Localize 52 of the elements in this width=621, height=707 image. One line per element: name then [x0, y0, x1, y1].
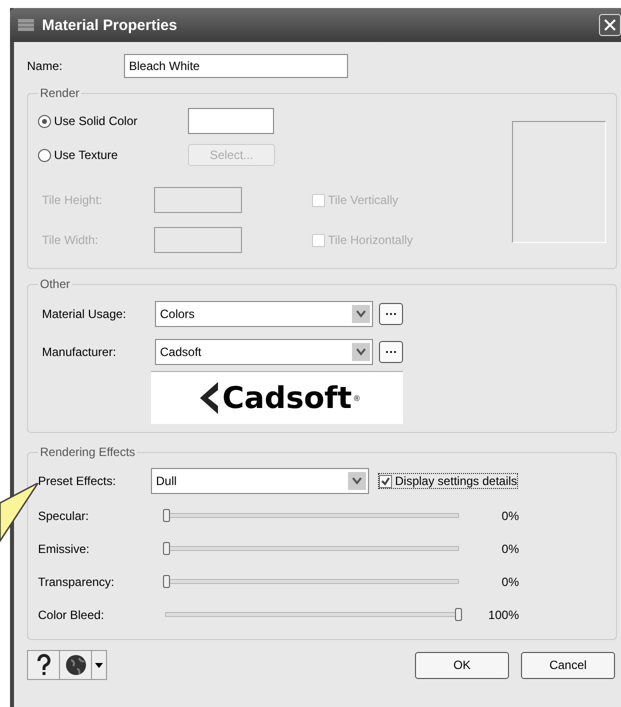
slider-label: Color Bleed:: [38, 608, 106, 622]
field-label: Manufacturer:: [41, 345, 118, 359]
chevron-down-icon: [352, 305, 370, 323]
globe-button[interactable]: [60, 651, 92, 679]
slider-thumb[interactable]: [163, 542, 170, 555]
globe-icon: [64, 654, 86, 676]
input-field[interactable]: [154, 227, 242, 253]
dropdown-button[interactable]: [92, 651, 106, 679]
name-field[interactable]: Bleach White: [124, 54, 348, 78]
browse-button[interactable]: [379, 341, 403, 363]
caret-icon: [95, 662, 103, 668]
slider-label: Specular:: [38, 508, 90, 522]
group-title: Rendering Effects: [39, 445, 136, 459]
slider-value: 0%: [500, 542, 519, 556]
field-label: Preset Effects:: [38, 474, 117, 488]
chevron-down-icon: [352, 343, 370, 361]
dialog-button[interactable]: Cancel: [521, 652, 615, 678]
radio-option[interactable]: Use Solid Color: [38, 114, 188, 128]
browse-button[interactable]: [379, 303, 403, 325]
group-title: Other: [39, 277, 72, 291]
checkmark-icon: [381, 476, 390, 486]
color-swatch[interactable]: [188, 108, 274, 134]
manufacturer-logo: Cadsoft$^{®}$: [151, 371, 403, 424]
group-title: Render: [39, 86, 80, 100]
field-label: Tile Height:: [41, 193, 104, 207]
checkbox[interactable]: Display settings details: [379, 474, 518, 488]
slider-value: 0%: [500, 574, 519, 588]
slider-label: Transparency:: [38, 574, 116, 588]
ellipsis-icon: [385, 350, 397, 354]
close-icon: [603, 18, 617, 32]
ellipsis-icon: [385, 312, 397, 316]
input-field[interactable]: [154, 187, 242, 213]
dropdown[interactable]: Dull: [151, 468, 369, 494]
field-label: Tile Width:: [41, 233, 100, 247]
slider-label: Emissive:: [38, 542, 90, 556]
window-icon: [16, 16, 36, 34]
slider-value: 100%: [487, 608, 519, 622]
chevron-down-icon: [348, 472, 366, 490]
window-title: Material Properties: [42, 16, 178, 34]
dropdown[interactable]: Cadsoft: [155, 339, 373, 365]
dropdown[interactable]: Colors: [155, 301, 373, 327]
field-label: Material Usage:: [41, 307, 128, 321]
slider-value: 0%: [500, 508, 519, 522]
close-button[interactable]: [599, 14, 621, 36]
slider-thumb[interactable]: [455, 608, 462, 621]
field-label: Name:: [27, 59, 64, 73]
dialog-button[interactable]: OK: [415, 652, 509, 678]
question-mark-icon: [36, 654, 52, 676]
slider-thumb[interactable]: [163, 575, 170, 588]
slider-thumb[interactable]: [163, 509, 170, 522]
radio-option[interactable]: Use Texture: [38, 148, 188, 162]
help-button[interactable]: [28, 651, 60, 679]
